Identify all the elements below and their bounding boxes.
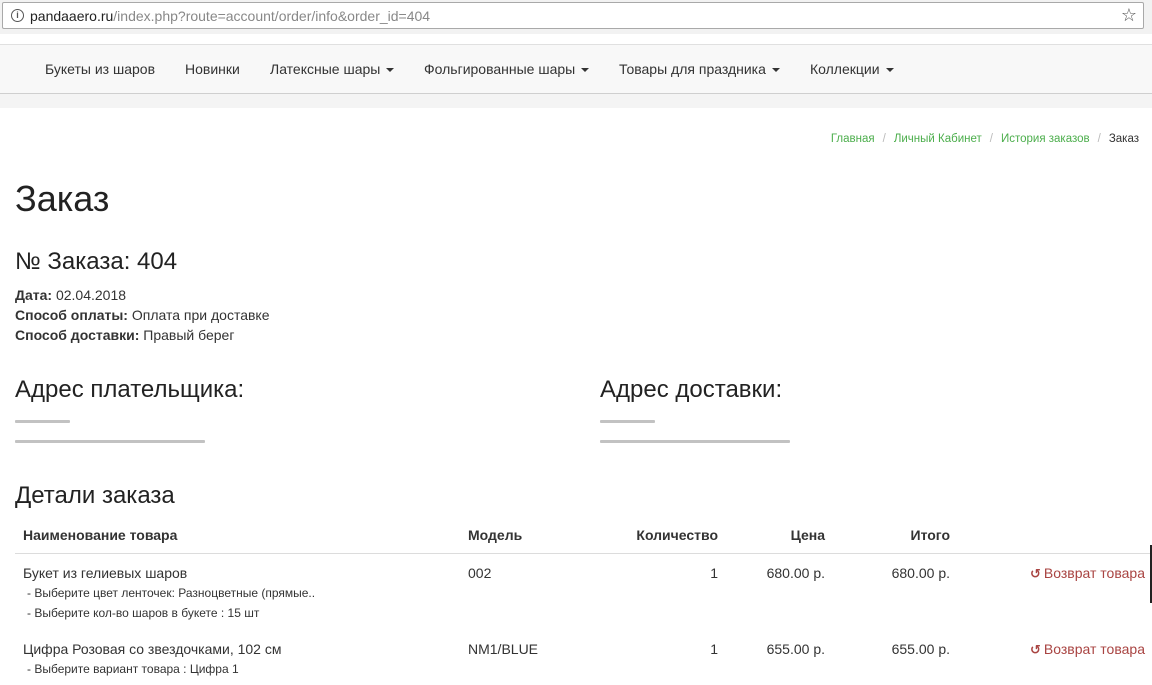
breadcrumb-order-history[interactable]: История заказов bbox=[1001, 133, 1090, 145]
breadcrumb-account[interactable]: Личный Кабинет bbox=[894, 133, 982, 145]
order-payment: Способ оплаты: Оплата при доставке bbox=[15, 307, 270, 323]
nav-item-label: Фольгированные шары bbox=[424, 61, 576, 77]
breadcrumb-separator: / bbox=[989, 133, 993, 145]
col-header-price: Цена bbox=[790, 527, 825, 543]
product-price: 680.00 р. bbox=[766, 565, 825, 581]
breadcrumb-separator: / bbox=[1097, 133, 1101, 145]
table-header-divider bbox=[15, 553, 1152, 554]
product-option: - Выберите вариант товара : Цифра 1 bbox=[27, 662, 239, 676]
return-product-button[interactable]: ↺ Возврат товара bbox=[1030, 565, 1145, 582]
nav-item-label: Новинки bbox=[185, 61, 240, 77]
nav-item-label: Коллекции bbox=[810, 61, 880, 77]
url-host: pandaaero.ru bbox=[30, 8, 114, 24]
nav-item-collections[interactable]: Коллекции bbox=[810, 61, 894, 77]
nav-item-label: Букеты из шаров bbox=[45, 61, 156, 77]
nav-item-foil[interactable]: Фольгированные шары bbox=[424, 61, 590, 77]
main-navbar: Букеты из шаров Новинки Латексные шары Ф… bbox=[0, 44, 1152, 94]
product-model: NM1/BLUE bbox=[468, 641, 539, 657]
col-header-total: Итого bbox=[910, 527, 950, 543]
order-date-value: 02.04.2018 bbox=[55, 287, 127, 303]
order-number: № Заказа: 404 bbox=[15, 248, 178, 275]
return-product-label: Возврат товара bbox=[1043, 641, 1145, 657]
undo-icon: ↺ bbox=[1030, 566, 1041, 581]
product-quantity: 1 bbox=[710, 641, 718, 657]
col-header-model: Модель bbox=[468, 527, 523, 543]
bookmark-star-icon[interactable]: ☆ bbox=[1121, 5, 1137, 25]
nav-item-party[interactable]: Товары для праздника bbox=[619, 61, 780, 77]
product-model: 002 bbox=[468, 565, 492, 581]
shipping-method-label: Способ доставки: bbox=[15, 327, 140, 343]
breadcrumb-home[interactable]: Главная bbox=[831, 133, 875, 145]
payment-address-title: Адрес плательщика: bbox=[15, 376, 245, 403]
product-name[interactable]: Букет из гелиевых шаров bbox=[23, 565, 187, 581]
nav-item-bouquets[interactable]: Букеты из шаров bbox=[45, 61, 155, 77]
order-date-label: Дата: bbox=[15, 287, 53, 303]
return-product-button[interactable]: ↺ Возврат товара bbox=[1030, 641, 1145, 658]
product-quantity: 1 bbox=[710, 565, 718, 581]
payment-address-redacted bbox=[15, 420, 70, 423]
undo-icon: ↺ bbox=[1030, 642, 1041, 657]
breadcrumb-separator: / bbox=[882, 133, 886, 145]
nav-item-label: Товары для праздника bbox=[619, 61, 766, 77]
caret-down-icon bbox=[386, 68, 395, 73]
shipping-address-redacted bbox=[600, 420, 655, 423]
navbar-shadow bbox=[0, 94, 1152, 108]
return-product-label: Возврат товара bbox=[1043, 565, 1145, 581]
nav-item-latex[interactable]: Латексные шары bbox=[270, 61, 395, 77]
breadcrumb-current: Заказ bbox=[1108, 133, 1139, 145]
nav-item-label: Латексные шары bbox=[270, 61, 381, 77]
order-date: Дата: 02.04.2018 bbox=[15, 287, 126, 303]
col-header-quantity: Количество bbox=[636, 527, 718, 543]
info-icon[interactable]: i bbox=[11, 9, 24, 22]
col-header-name: Наименование товара bbox=[23, 527, 178, 543]
breadcrumb: Главная / Личный Кабинет / История заказов / З… bbox=[831, 132, 1139, 146]
product-option: - Выберите цвет ленточек: Разноцветные (… bbox=[27, 586, 316, 600]
product-total: 680.00 р. bbox=[891, 565, 950, 581]
product-total: 655.00 р. bbox=[891, 641, 950, 657]
payment-method-label: Способ оплаты: bbox=[15, 307, 128, 323]
nav-item-new[interactable]: Новинки bbox=[185, 61, 240, 77]
caret-down-icon bbox=[771, 68, 780, 73]
shipping-method-value: Правый берег bbox=[143, 327, 235, 343]
product-option: - Выберите кол-во шаров в букете : 15 шт bbox=[27, 606, 260, 620]
payment-method-value: Оплата при доставке bbox=[131, 307, 270, 323]
product-price: 655.00 р. bbox=[766, 641, 825, 657]
url-field[interactable]: i pandaaero.ru/index.php?route=account/o… bbox=[2, 2, 1144, 29]
shipping-address-title: Адрес доставки: bbox=[600, 376, 783, 403]
order-details-title: Детали заказа bbox=[15, 482, 175, 509]
order-shipping: Способ доставки: Правый берег bbox=[15, 327, 234, 343]
caret-down-icon bbox=[885, 68, 894, 73]
url-path: /index.php?route=account/order/info&orde… bbox=[113, 8, 431, 24]
caret-down-icon bbox=[581, 68, 590, 73]
page-title: Заказ bbox=[15, 178, 110, 219]
product-name[interactable]: Цифра Розовая со звездочками, 102 см bbox=[23, 641, 281, 657]
browser-address-bar: i pandaaero.ru/index.php?route=account/o… bbox=[0, 0, 1152, 34]
shipping-address-redacted bbox=[600, 440, 790, 443]
url-text: pandaaero.ru/index.php?route=account/ord… bbox=[30, 8, 430, 24]
payment-address-redacted bbox=[15, 440, 205, 443]
